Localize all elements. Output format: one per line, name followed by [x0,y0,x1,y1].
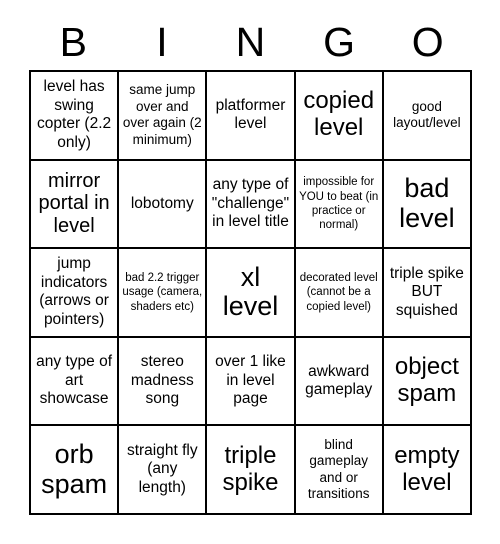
bingo-cell-label: orb spam [41,439,108,499]
bingo-cell-o3[interactable]: triple spike BUT squished [383,249,472,338]
bingo-cell-label: good layout/level [393,98,461,131]
bingo-cell-g4[interactable]: awkward gameplay [295,337,384,427]
bingo-cell-label: platformer level [215,96,286,133]
bingo-header-row: B I N G O [29,16,472,68]
bingo-header-letter-b: B [59,18,87,65]
bingo-cell-g1[interactable]: copied level [295,72,384,161]
bingo-cell-i3[interactable]: bad 2.2 trigger usage (camera, shaders e… [119,249,208,338]
bingo-cell-o1[interactable]: good layout/level [383,72,472,161]
bingo-cell-b2[interactable]: mirror portal in level [31,160,120,250]
bingo-cell-label: stereo madness song [130,353,194,408]
bingo-cell-label: awkward gameplay [305,362,373,399]
bingo-cell-label: xl level [222,261,279,322]
bingo-cell-n3[interactable]: xl level [207,249,296,338]
bingo-cell-i5[interactable]: straight fly (any length) [119,426,208,515]
bingo-cell-label: copied level [303,87,375,142]
bingo-cell-i2[interactable]: lobotomy [119,160,208,250]
bingo-header-letter-g: G [323,18,356,65]
bingo-header-letter-o: O [411,18,444,65]
bingo-cell-label: lobotomy [130,194,194,212]
bingo-cell-n5[interactable]: triple spike [207,426,296,515]
bingo-cell-n4[interactable]: over 1 like in level page [207,337,296,427]
bingo-cell-label: any type of "challenge" in level title [211,176,290,231]
bingo-cell-label: bad 2.2 trigger usage (camera, shaders e… [122,272,203,313]
bingo-cell-label: decorated level (cannot be a copied leve… [299,272,378,313]
bingo-header-letter-n: N [235,18,266,65]
bingo-cell-label: level has swing copter (2.2 only) [37,78,112,151]
bingo-cell-g5[interactable]: blind gameplay and or transitions [295,426,384,515]
bingo-cell-label: triple spike [222,441,279,496]
bingo-cell-b3[interactable]: jump indicators (arrows or pointers) [31,249,120,338]
bingo-header-letter-i: I [156,18,168,65]
bingo-cell-g3[interactable]: decorated level (cannot be a copied leve… [295,249,384,338]
bingo-cell-b1[interactable]: level has swing copter (2.2 only) [31,72,120,161]
bingo-cell-label: object spam [394,353,459,408]
bingo-cell-o2[interactable]: bad level [383,160,472,250]
bingo-cell-i4[interactable]: stereo madness song [119,337,208,427]
bingo-grid: level has swing copter (2.2 only) same ju… [29,70,472,515]
bingo-cell-label: same jump over and over again (2 minimum… [122,82,202,147]
bingo-cell-label: jump indicators (arrows or pointers) [39,255,109,329]
bingo-cell-label: impossible for YOU to beat (in practice … [299,176,379,232]
bingo-cell-label: blind gameplay and or transitions [307,436,370,502]
bingo-cell-label: bad level [399,173,455,233]
bingo-cell-o4[interactable]: object spam [383,337,472,427]
bingo-cell-n1[interactable]: platformer level [207,72,296,161]
bingo-cell-label: any type of art showcase [36,353,112,408]
bingo-cell-label: straight fly (any length) [126,441,198,496]
bingo-card: B I N G O level has swing copter (2.2 on… [0,0,500,544]
bingo-cell-n2[interactable]: any type of "challenge" in level title [207,160,296,250]
bingo-cell-o5[interactable]: empty level [383,426,472,515]
bingo-cell-label: triple spike BUT squished [389,264,464,319]
bingo-cell-label: empty level [394,441,460,496]
bingo-cell-b5[interactable]: orb spam [31,426,120,515]
bingo-cell-label: mirror portal in level [38,169,110,238]
bingo-cell-label: over 1 like in level page [215,353,286,408]
bingo-cell-i1[interactable]: same jump over and over again (2 minimum… [119,72,208,161]
bingo-cell-b4[interactable]: any type of art showcase [31,337,120,427]
bingo-cell-g2[interactable]: impossible for YOU to beat (in practice … [295,160,384,250]
